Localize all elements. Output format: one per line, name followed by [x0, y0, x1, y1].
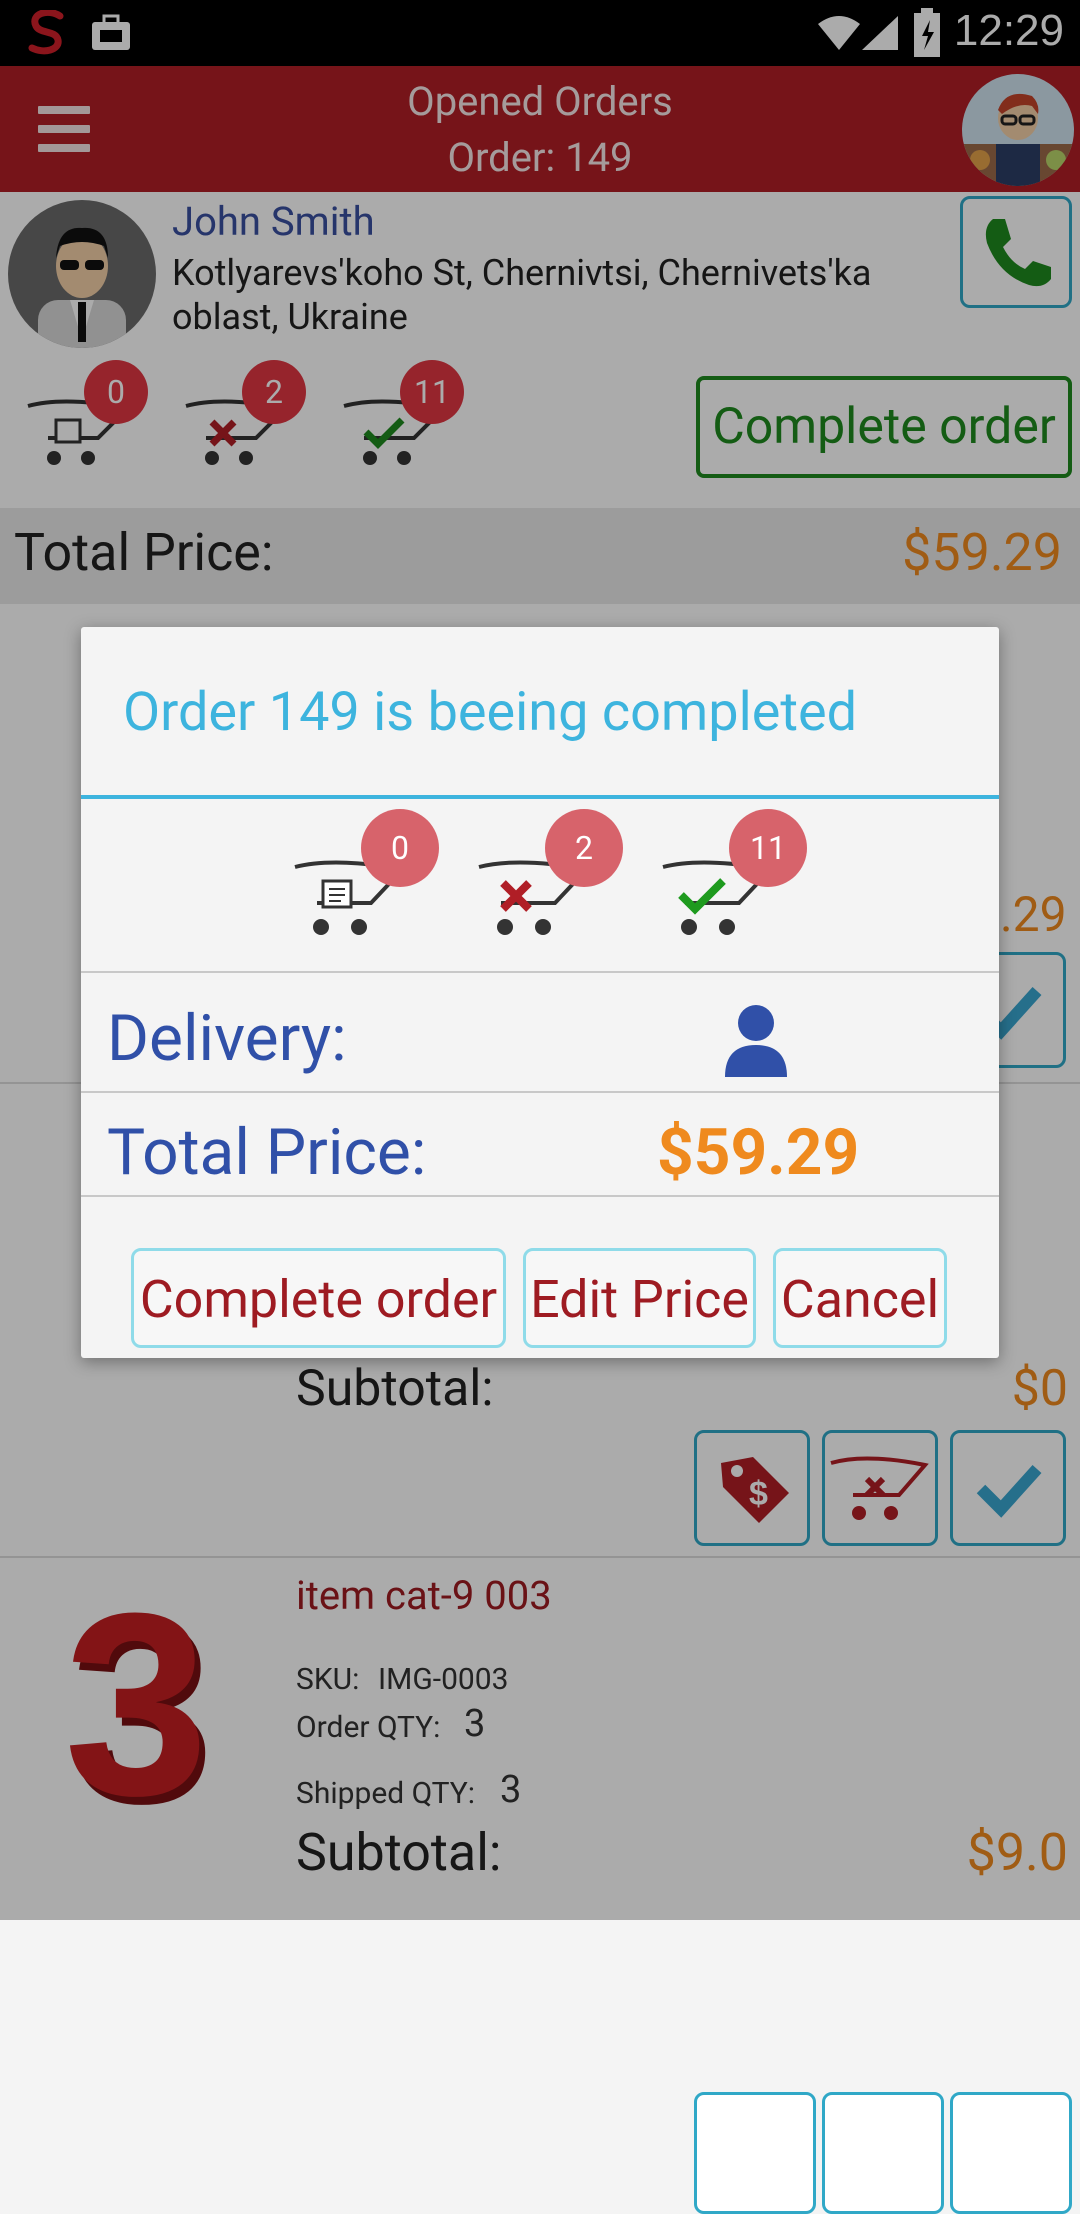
title-divider	[81, 795, 999, 799]
cart-pending-badge: 0	[361, 809, 439, 887]
cart-accepted-badge: 11	[729, 809, 807, 887]
cart-rejected-badge: 2	[545, 809, 623, 887]
divider	[81, 971, 999, 973]
item3-reject-button[interactable]	[822, 2092, 944, 2214]
dialog-title: Order 149 is beeing completed	[123, 681, 858, 744]
dialog-total-label: Total Price:	[107, 1115, 427, 1190]
dialog-edit-price-button[interactable]: Edit Price	[523, 1248, 756, 1348]
dialog-total-value: $59.29	[657, 1115, 860, 1190]
item3-accept-button[interactable]	[950, 2092, 1072, 2214]
divider	[81, 1195, 999, 1197]
delivery-label: Delivery:	[107, 1001, 347, 1076]
divider	[81, 1091, 999, 1093]
user-icon[interactable]	[723, 1003, 789, 1077]
dialog-complete-order-button[interactable]: Complete order	[131, 1248, 506, 1348]
dialog-cancel-button[interactable]: Cancel	[773, 1248, 947, 1348]
item3-price-button[interactable]	[694, 2092, 816, 2214]
